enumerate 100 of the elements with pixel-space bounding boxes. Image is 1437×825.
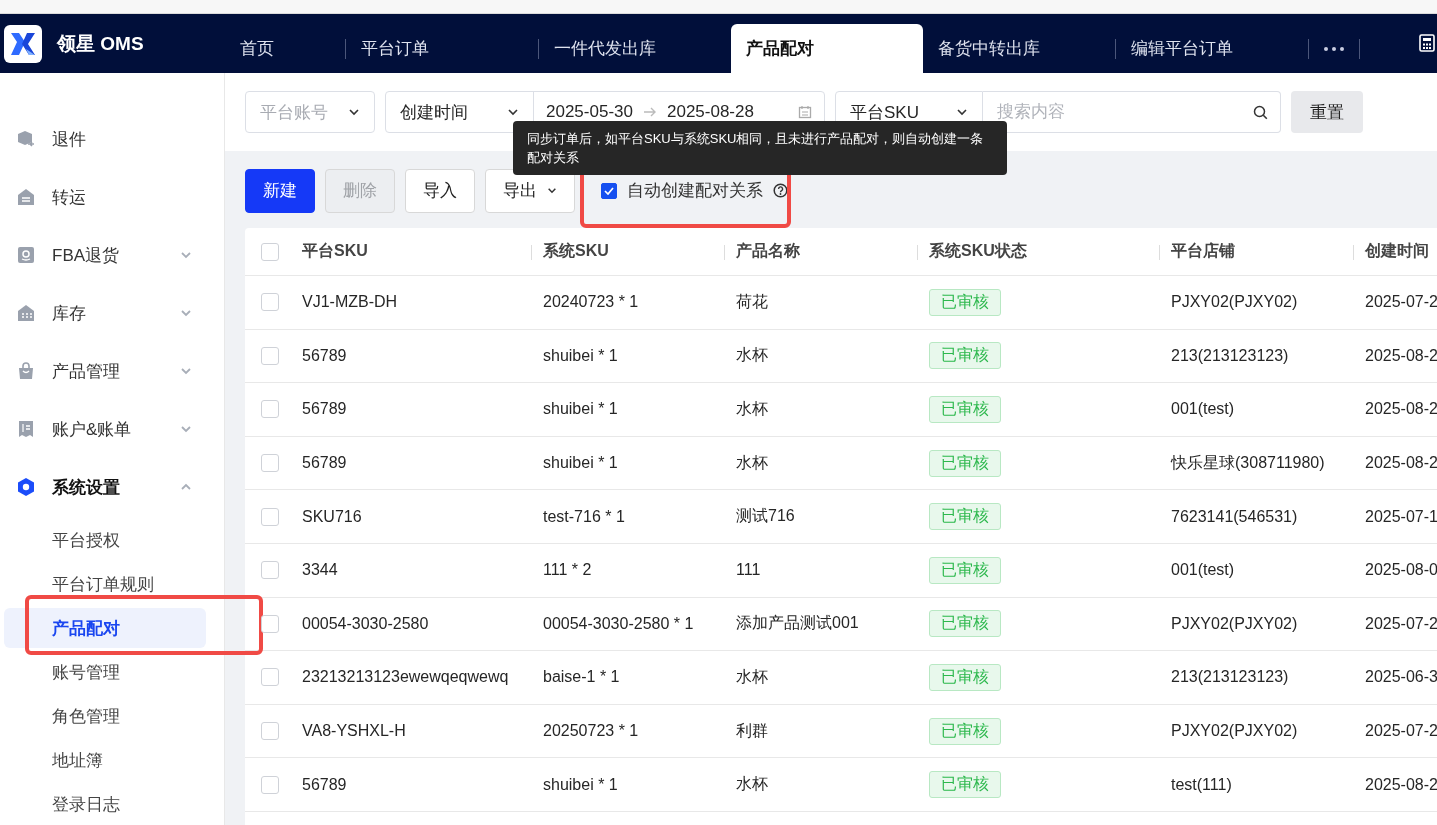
table-cell: 001(test) <box>1171 400 1235 419</box>
table-cell: shuibei * 1 <box>543 775 618 794</box>
table-cell: 23213213123ewewqeqwewq <box>302 668 509 687</box>
row-checkbox[interactable] <box>261 400 279 419</box>
row-checkbox[interactable] <box>261 614 279 633</box>
search-input[interactable]: 搜索内容 <box>995 101 1253 123</box>
table-cell: 7623141(546531) <box>1171 507 1298 526</box>
warehouse-transfer-icon <box>16 187 36 207</box>
row-checkbox[interactable] <box>261 507 279 526</box>
table-cell-text: 荷花 <box>736 291 768 312</box>
hexagon-settings-icon <box>16 477 36 497</box>
table-cell-text: 水杯 <box>736 774 768 795</box>
submenu-item[interactable]: 账号管理 <box>4 652 206 692</box>
menu-item[interactable]: 退件 <box>0 110 224 168</box>
submenu-item[interactable]: 登录日志 <box>4 784 206 824</box>
submenu-item[interactable]: 角色管理 <box>4 696 206 736</box>
row-checkbox[interactable] <box>261 668 279 687</box>
table-cell: 111 <box>736 561 761 580</box>
status-tag: 已审核 <box>929 503 1001 531</box>
create-button[interactable]: 新建 <box>245 168 315 213</box>
table-cell: PJXY02(PJXY02) <box>1171 614 1298 633</box>
status-tag: 已审核 <box>929 342 1001 370</box>
more-dots-icon <box>1323 45 1345 52</box>
table-cell: shuibei * 1 <box>543 346 618 365</box>
search-icon <box>1253 104 1268 120</box>
table-cell: 2025-07-1 <box>1365 507 1437 526</box>
table-cell: 56789 <box>302 454 347 473</box>
table-cell: test(111) <box>1171 775 1232 794</box>
select-all-checkbox[interactable] <box>261 242 279 261</box>
table-cell: 2025-06-3 <box>1365 668 1437 687</box>
table-cell: 213(213123123) <box>1171 346 1289 365</box>
menu-item[interactable]: 账户&账单 <box>0 400 224 458</box>
warehouse-icon <box>16 303 36 323</box>
tooltip: 同步订单后，如平台SKU与系统SKU相同，且未进行产品配对，则自动创建一条配对关系 <box>513 121 1007 175</box>
amazon-box-icon <box>16 245 36 265</box>
status-tag: 已审核 <box>929 663 1001 691</box>
table-cell: 2025-07-2 <box>1365 722 1437 741</box>
menu-item[interactable]: 库存 <box>0 284 224 342</box>
row-checkbox[interactable] <box>261 722 279 741</box>
menu-item[interactable]: 系统设置 <box>0 458 224 516</box>
bill-icon <box>16 419 36 439</box>
table-cell: 3344 <box>302 561 338 580</box>
table-cell: 2025-08-2 <box>1365 454 1437 473</box>
status-tag: 已审核 <box>929 449 1001 477</box>
calculator-icon[interactable] <box>1419 34 1435 52</box>
table-cell: 2025-07-2 <box>1365 293 1437 312</box>
nav-tab[interactable]: 首页 <box>225 24 345 73</box>
column-header: 系统SKU <box>543 241 609 261</box>
table-cell: 00054-3030-2580 <box>302 614 429 633</box>
submenu-item[interactable]: 平台授权 <box>4 520 206 560</box>
table-cell-text: 水杯 <box>736 666 768 687</box>
row-checkbox[interactable] <box>261 454 279 473</box>
nav-tab[interactable]: 产品配对 <box>731 24 923 73</box>
table-cell: SKU716 <box>302 507 362 526</box>
table-cell: 56789 <box>302 346 347 365</box>
nav-tab[interactable]: 一件代发出库 <box>539 24 731 73</box>
submenu-item[interactable]: 平台订单规则 <box>4 564 206 604</box>
shopping-bag-icon <box>16 361 36 381</box>
auto-create-label: 自动创建配对关系 <box>627 180 763 202</box>
table-cell: baise-1 * 1 <box>543 668 620 687</box>
menu-item[interactable]: FBA退货 <box>0 226 224 284</box>
nav-tab[interactable]: 编辑平台订单 <box>1116 24 1308 73</box>
row-checkbox[interactable] <box>261 293 279 312</box>
reset-button[interactable]: 重置 <box>1291 91 1363 133</box>
column-header: 平台店铺 <box>1171 241 1235 261</box>
column-header: 产品名称 <box>736 241 800 261</box>
table-cell: 2025-07-2 <box>1365 614 1437 633</box>
status-tag: 已审核 <box>929 717 1001 745</box>
column-header: 创建时间 <box>1365 241 1429 261</box>
status-tag: 已审核 <box>929 771 1001 799</box>
row-checkbox[interactable] <box>261 346 279 365</box>
table-cell-text: 水杯 <box>736 399 768 419</box>
search-field[interactable]: 搜索内容 <box>983 91 1281 133</box>
submenu-item[interactable]: 产品配对 <box>4 608 206 648</box>
help-icon[interactable] <box>773 183 788 198</box>
menu-item[interactable]: 转运 <box>0 168 224 226</box>
table-cell-text: 添加产品测试001 <box>736 613 859 634</box>
table-cell-text: 利群 <box>736 720 768 741</box>
table-cell: 20250723 * 1 <box>543 722 639 741</box>
table-cell: 2025-08-2 <box>1365 400 1437 419</box>
table-cell: test-716 * 1 <box>543 507 625 526</box>
table-cell: 2025-08-0 <box>1365 561 1437 580</box>
status-tag: 已审核 <box>929 288 1001 316</box>
row-checkbox[interactable] <box>261 775 279 794</box>
chevron-down-icon <box>547 187 557 194</box>
table-cell: 111 * 2 <box>543 561 592 580</box>
table-cell: shuibei * 1 <box>543 454 618 473</box>
nav-tab[interactable]: 备货中转出库 <box>923 24 1115 73</box>
table-cell-text: 测试716 <box>736 506 795 527</box>
table-cell: 56789 <box>302 400 347 419</box>
submenu-item[interactable]: 地址簿 <box>4 740 206 780</box>
menu-item[interactable]: 产品管理 <box>0 342 224 400</box>
table-cell: 2025-08-2 <box>1365 346 1437 365</box>
table-cell-text: 水杯 <box>736 345 768 366</box>
nav-tab[interactable]: 平台订单 <box>346 24 538 73</box>
table-cell: 20240723 * 1 <box>543 293 639 312</box>
row-checkbox[interactable] <box>261 561 279 580</box>
import-button[interactable]: 导入 <box>405 168 475 213</box>
auto-create-checkbox[interactable] <box>601 182 617 199</box>
app-name: 领星 OMS <box>57 31 144 56</box>
